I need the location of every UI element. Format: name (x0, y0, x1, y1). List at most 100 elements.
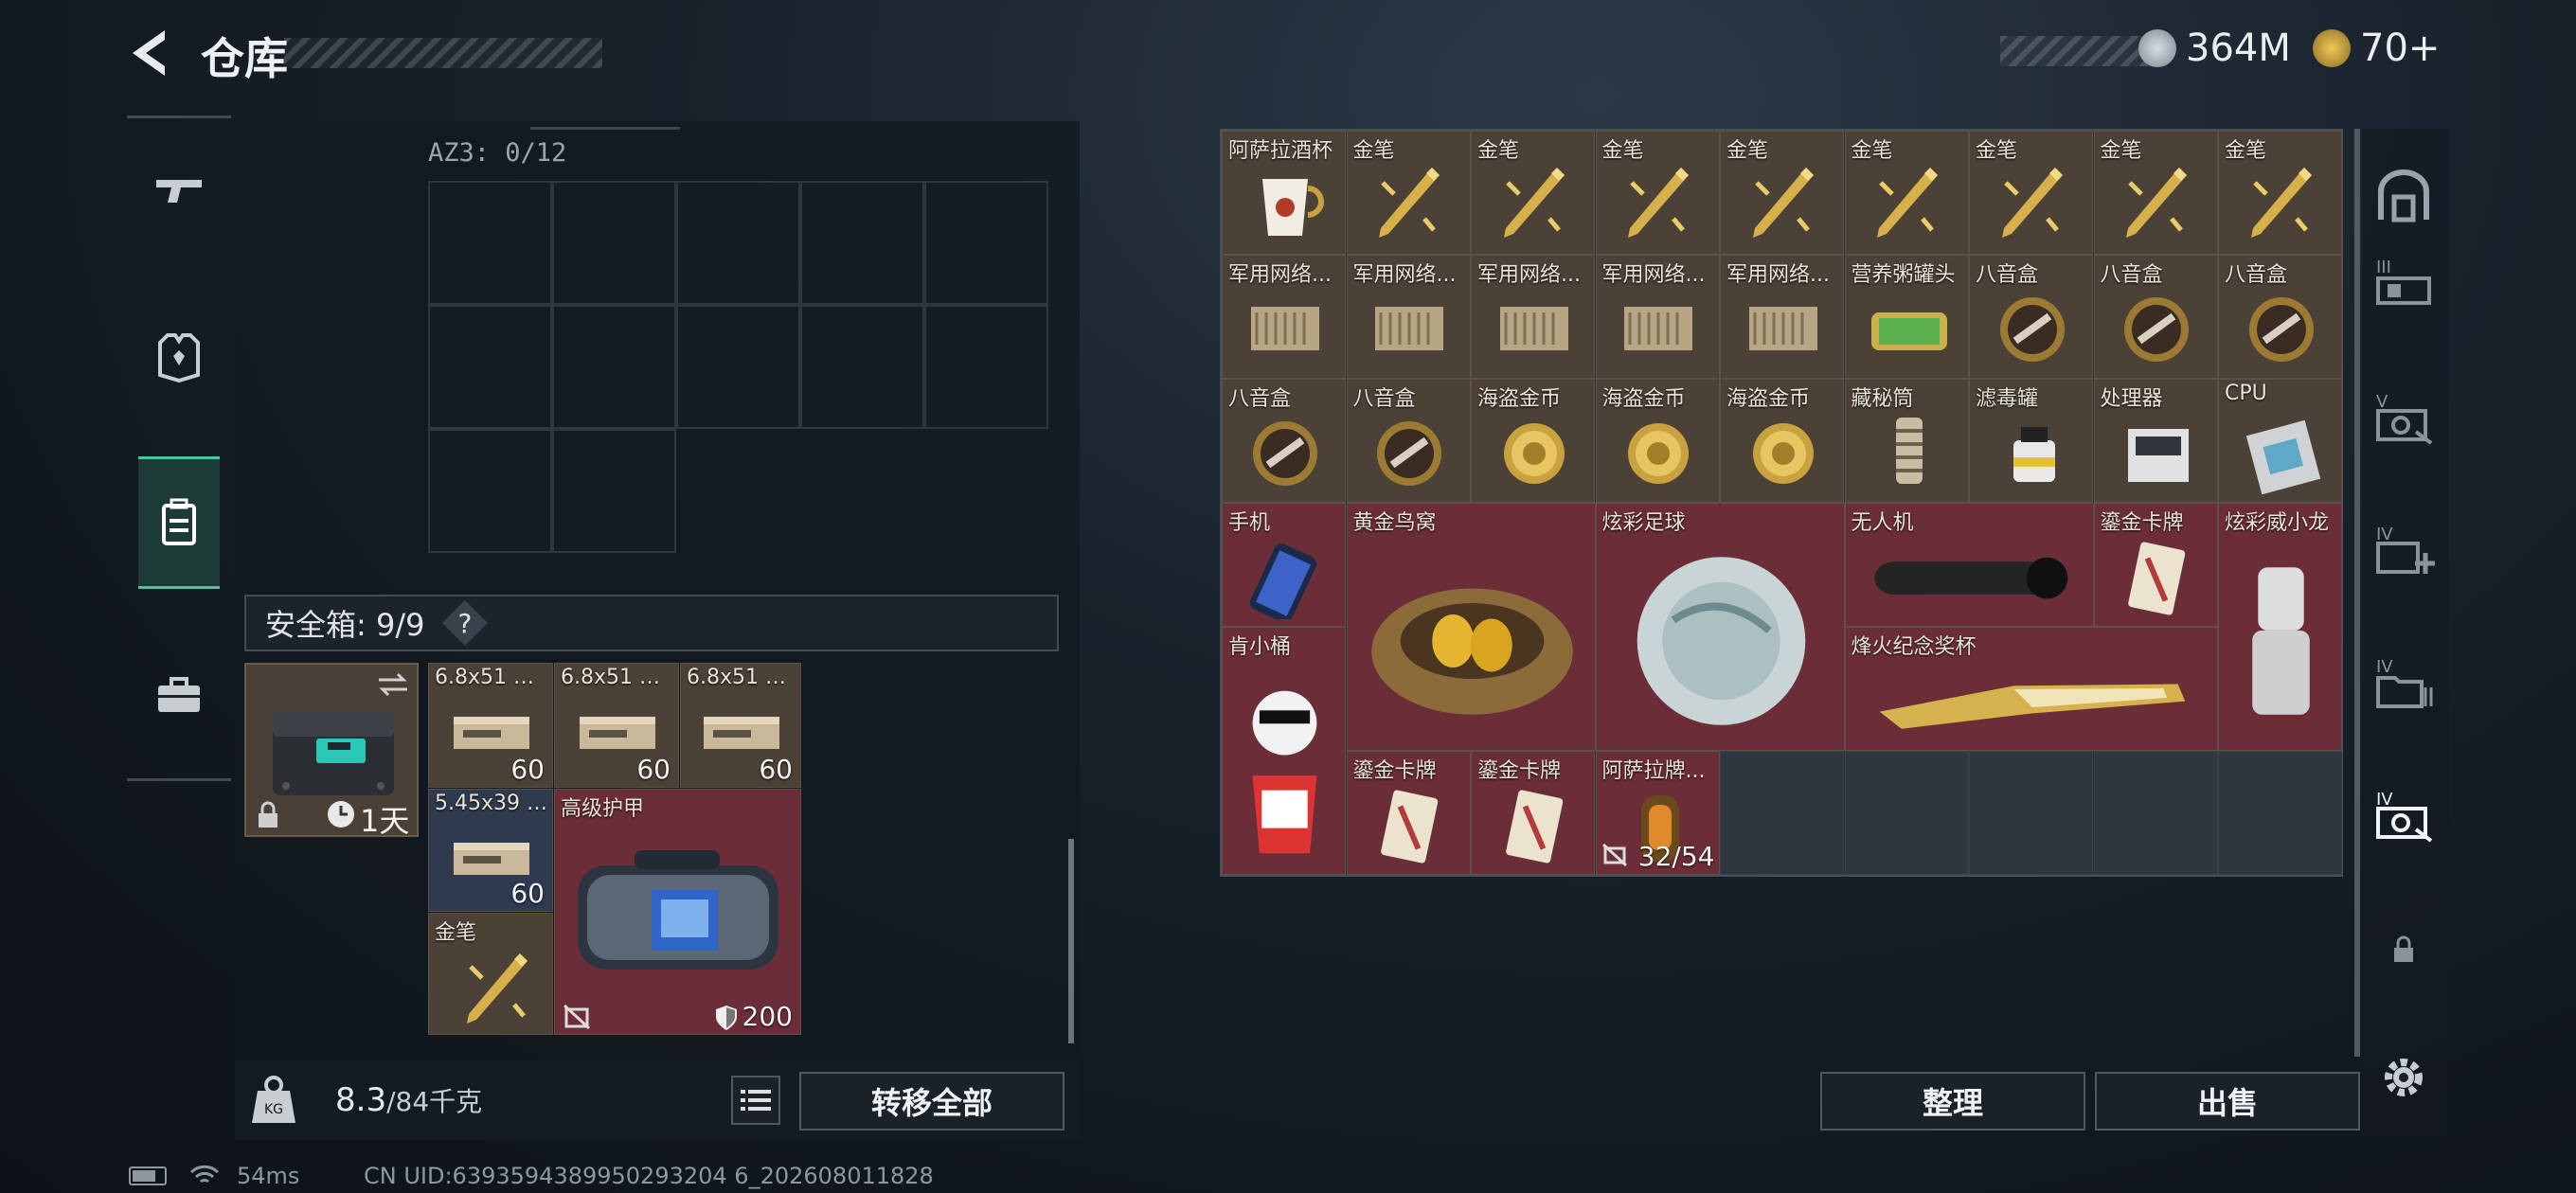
stash-item[interactable]: 金笔 (1471, 131, 1595, 255)
stash-item[interactable]: 鎏金卡牌 (1346, 751, 1471, 875)
stash-item[interactable]: 处理器 (2093, 379, 2218, 503)
stash-item[interactable]: 金笔 (1969, 131, 2093, 255)
stash-item[interactable]: 金笔 (1346, 131, 1471, 255)
stash-item[interactable]: 滤毒罐 (1969, 379, 2093, 503)
az3-grid-cell[interactable] (552, 181, 676, 305)
stash-page-main[interactable] (2358, 151, 2449, 242)
safe-slot-ammo[interactable]: 6.8x51 Hybrid 60 (680, 663, 801, 788)
stash-item[interactable]: 鎏金卡牌 (1471, 751, 1595, 875)
locked-page[interactable] (2358, 904, 2449, 995)
stash-item[interactable]: 鎏金卡牌 (2093, 503, 2218, 627)
stash-item[interactable]: 军用网络... (1595, 255, 1720, 379)
safe-slot-armor[interactable]: 高级护甲 200 (554, 789, 801, 1035)
item-icon (1628, 168, 1689, 238)
stash-empty-cell[interactable] (1969, 751, 2093, 875)
item-name: 烽火纪念奖杯 (1851, 635, 1977, 659)
stash-page-5[interactable]: V (2358, 371, 2449, 462)
stash-item[interactable]: 金笔 (1595, 131, 1720, 255)
stash-page-4-plus[interactable]: IV (2358, 504, 2449, 595)
stash-item[interactable]: 手机 (1222, 503, 1346, 627)
transfer-all-button[interactable]: 转移全部 (799, 1072, 1064, 1131)
item-icon (2248, 297, 2314, 362)
silver-coin-icon (2138, 29, 2176, 67)
item-icon (1261, 179, 1324, 236)
az3-grid-cell[interactable] (800, 305, 924, 429)
stash-item[interactable]: 军用网络... (1222, 255, 1346, 379)
az3-grid-cell[interactable] (800, 181, 924, 305)
stash-item[interactable]: 八音盒 (1969, 255, 2093, 379)
sidebar-item-backpack[interactable] (138, 456, 220, 589)
item-name: 阿萨拉牌... (1601, 759, 1706, 783)
az3-grid-cell[interactable] (552, 305, 676, 429)
lock-icon (259, 801, 277, 828)
stash-item[interactable]: 金笔 (1844, 131, 1969, 255)
stash-item[interactable]: 无人机 (1844, 503, 2094, 627)
sidebar-item-weapons[interactable] (138, 125, 220, 258)
stash-empty-cell[interactable] (1720, 751, 1844, 875)
stash-item[interactable]: 军用网络... (1346, 255, 1471, 379)
left-scrollbar[interactable] (1068, 839, 1074, 1043)
help-button[interactable]: ? (442, 599, 489, 647)
stash-empty-cell[interactable] (1844, 751, 1969, 875)
stash-item[interactable]: 金笔 (2218, 131, 2342, 255)
stash-page-4-folder[interactable]: IV (2358, 636, 2449, 727)
az3-grid-cell[interactable] (924, 305, 1048, 429)
stash-item[interactable]: 黄金鸟窝 (1346, 503, 1596, 751)
stash-empty-cell[interactable] (2093, 751, 2218, 875)
az3-grid-cell[interactable] (676, 181, 800, 305)
stash-item[interactable]: 军用网络... (1720, 255, 1844, 379)
az3-grid-cell[interactable] (552, 429, 676, 553)
stash-item[interactable]: 八音盒 (1222, 379, 1346, 503)
safe-slot-ammo[interactable]: 6.8x51 Hybrid 60 (428, 663, 553, 788)
safe-slot-ammo[interactable]: 5.45x39 BT 60 (428, 789, 553, 912)
stash-item[interactable]: 藏秘筒 (1844, 379, 1969, 503)
stash-item[interactable]: 营养粥罐头 (1844, 255, 1969, 379)
sell-button[interactable]: 出售 (2095, 1072, 2360, 1131)
stash-item[interactable]: 烽火纪念奖杯 (1844, 627, 2218, 751)
item-name: 藏秘筒 (1851, 387, 1914, 411)
az3-grid-cell[interactable] (924, 181, 1048, 305)
stash-item[interactable]: 阿萨拉酒杯 (1222, 131, 1346, 255)
item-icon (1628, 423, 1689, 484)
currency-silver: 364M (2138, 27, 2291, 70)
sidebar-item-armor[interactable] (138, 291, 220, 423)
az3-grid-cell[interactable] (428, 305, 552, 429)
az3-grid-cell[interactable] (676, 305, 800, 429)
item-icon (1370, 588, 1573, 715)
stash-empty-cell[interactable] (2218, 751, 2342, 875)
stash-page-icon: IV (2376, 525, 2435, 574)
stash-page-4-active[interactable]: IV (2358, 769, 2449, 860)
stash-item[interactable]: 八音盒 (2093, 255, 2218, 379)
stash-item[interactable]: 肯小桶 (1222, 627, 1346, 875)
item-name: 八音盒 (1352, 387, 1416, 411)
stash-item[interactable]: 海盗金币 (1720, 379, 1844, 503)
safe-case-item[interactable]: 1天 (244, 663, 419, 839)
stash-item[interactable]: 海盗金币 (1595, 379, 1720, 503)
safe-slot-gold-pen[interactable]: 金笔 (428, 913, 553, 1035)
safe-slot-ammo[interactable]: 6.8x51 Hybrid 60 (554, 663, 679, 788)
settings-button[interactable] (2358, 1032, 2449, 1123)
az3-grid-cell[interactable] (428, 429, 552, 553)
organize-button[interactable]: 整理 (1820, 1072, 2085, 1131)
briefcase-icon (158, 677, 200, 712)
currency-gold[interactable]: 70+ (2313, 27, 2440, 70)
sidebar-item-case[interactable] (138, 629, 220, 761)
item-icon (1752, 423, 1814, 484)
list-view-button[interactable] (731, 1076, 780, 1125)
stash-page-3[interactable]: III (2358, 237, 2449, 328)
stash-item[interactable]: 炫彩足球 (1595, 503, 1845, 751)
stash-item[interactable]: 八音盒 (2218, 255, 2342, 379)
stash-item[interactable]: 军用网络... (1471, 255, 1595, 379)
back-button[interactable] (123, 25, 174, 81)
az3-grid-cell[interactable] (428, 181, 552, 305)
stash-item[interactable]: 金笔 (1720, 131, 1844, 255)
svg-text:III: III (2376, 258, 2391, 277)
stash-item[interactable]: 金笔 (2093, 131, 2218, 255)
stash-item[interactable]: 八音盒 (1346, 379, 1471, 503)
item-name: 金笔 (2100, 139, 2142, 163)
stash-item[interactable]: CPU (2218, 379, 2342, 503)
stash-item[interactable]: 炫彩威小龙 (2218, 503, 2342, 751)
stash-item[interactable]: 海盗金币 (1471, 379, 1595, 503)
item-icon (1249, 543, 1316, 619)
stash-item[interactable]: 阿萨拉牌... 32/54 (1595, 751, 1720, 875)
